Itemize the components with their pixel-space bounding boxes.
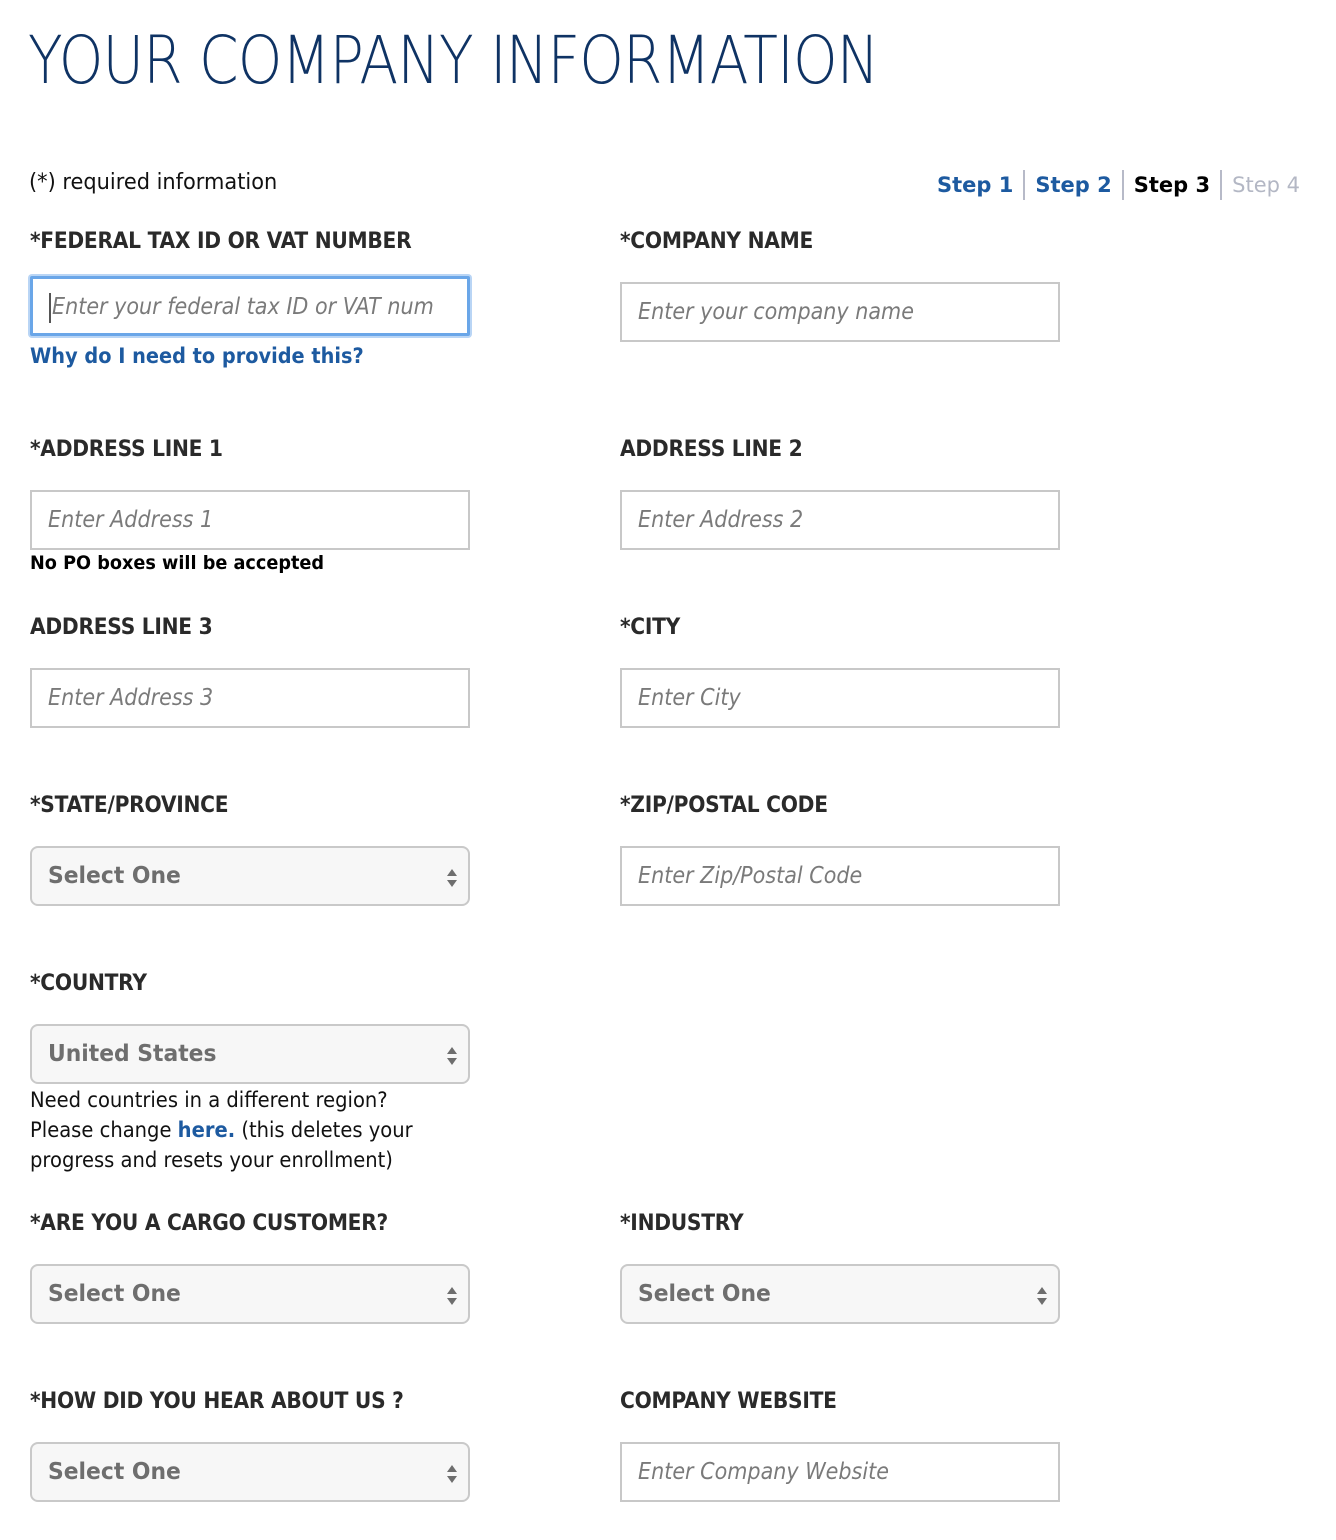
address3-placeholder: Enter Address 3 [48,685,214,711]
why-provide-link[interactable]: Why do I need to provide this? [30,344,364,368]
heard-about-field: *HOW DID YOU HEAR ABOUT US ? Select One [30,1388,470,1502]
country-selected-value: United States [48,1041,217,1067]
tax-id-field: *FEDERAL TAX ID OR VAT NUMBER Enter your… [30,228,470,368]
country-select[interactable]: United States [30,1024,470,1084]
cargo-label: *ARE YOU A CARGO CUSTOMER? [30,1211,389,1236]
select-arrows-icon [447,869,457,887]
address1-field: *ADDRESS LINE 1 Enter Address 1 No PO bo… [30,436,470,574]
text-caret [49,292,51,323]
city-label: *CITY [620,615,681,640]
page-title: YOUR COMPANY INFORMATION [28,22,879,99]
cargo-field: *ARE YOU A CARGO CUSTOMER? Select One [30,1210,470,1324]
company-name-placeholder: Enter your company name [638,299,914,325]
country-label: *COUNTRY [30,971,147,996]
address1-label: *ADDRESS LINE 1 [30,437,223,462]
address2-input[interactable]: Enter Address 2 [620,490,1060,550]
zip-input[interactable]: Enter Zip/Postal Code [620,846,1060,906]
city-input[interactable]: Enter City [620,668,1060,728]
step-4-disabled: Step 4 [1232,173,1300,197]
select-arrows-icon [1037,1287,1047,1305]
address3-field: ADDRESS LINE 3 Enter Address 3 [30,614,470,728]
company-name-label: *COMPANY NAME [620,229,814,254]
address3-input[interactable]: Enter Address 3 [30,668,470,728]
cargo-select[interactable]: Select One [30,1264,470,1324]
heard-about-selected-value: Select One [48,1459,181,1485]
tax-id-placeholder: Enter your federal tax ID or VAT num [52,294,434,320]
heard-about-label: *HOW DID YOU HEAR ABOUT US ? [30,1389,404,1414]
step-1-link[interactable]: Step 1 [927,170,1023,200]
select-arrows-icon [447,1465,457,1483]
state-selected-value: Select One [48,863,181,889]
state-select[interactable]: Select One [30,846,470,906]
zip-label: *ZIP/POSTAL CODE [620,793,828,818]
po-box-note: No PO boxes will be accepted [30,552,325,574]
address2-field: ADDRESS LINE 2 Enter Address 2 [620,436,1060,550]
address2-label: ADDRESS LINE 2 [620,437,803,462]
step-2-link[interactable]: Step 2 [1025,170,1121,200]
website-label: COMPANY WEBSITE [620,1389,837,1414]
industry-field: *INDUSTRY Select One [620,1210,1060,1324]
state-field: *STATE/PROVINCE Select One [30,792,470,906]
step-indicator: Step 1 Step 2 Step 3 Step 4 [927,170,1300,200]
industry-label: *INDUSTRY [620,1211,744,1236]
heard-about-select[interactable]: Select One [30,1442,470,1502]
step-3-current: Step 3 [1133,173,1211,197]
zip-field: *ZIP/POSTAL CODE Enter Zip/Postal Code [620,792,1060,906]
country-field: *COUNTRY United States Need countries in… [30,970,470,1172]
address3-label: ADDRESS LINE 3 [30,615,213,640]
select-arrows-icon [447,1047,457,1065]
required-info-note: (*) required information [29,170,278,195]
tax-id-label: *FEDERAL TAX ID OR VAT NUMBER [30,229,412,254]
select-arrows-icon [447,1287,457,1305]
address1-placeholder: Enter Address 1 [48,507,214,533]
website-input[interactable]: Enter Company Website [620,1442,1060,1502]
company-name-input[interactable]: Enter your company name [620,282,1060,342]
website-placeholder: Enter Company Website [638,1459,889,1485]
state-label: *STATE/PROVINCE [30,793,229,818]
industry-selected-value: Select One [638,1281,771,1307]
region-note-line1: Need countries in a different region? [30,1088,388,1112]
tax-id-input[interactable]: Enter your federal tax ID or VAT num [30,276,470,336]
address1-input[interactable]: Enter Address 1 [30,490,470,550]
company-name-field: *COMPANY NAME Enter your company name [620,228,1060,342]
city-field: *CITY Enter City [620,614,1060,728]
city-placeholder: Enter City [638,685,741,711]
change-region-link[interactable]: here. [178,1118,235,1142]
website-field: COMPANY WEBSITE Enter Company Website [620,1388,1060,1502]
region-change-note: Need countries in a different region? Pl… [30,1085,458,1175]
zip-placeholder: Enter Zip/Postal Code [638,863,863,889]
address2-placeholder: Enter Address 2 [638,507,804,533]
region-note-prefix: Please change [30,1118,178,1142]
cargo-selected-value: Select One [48,1281,181,1307]
industry-select[interactable]: Select One [620,1264,1060,1324]
